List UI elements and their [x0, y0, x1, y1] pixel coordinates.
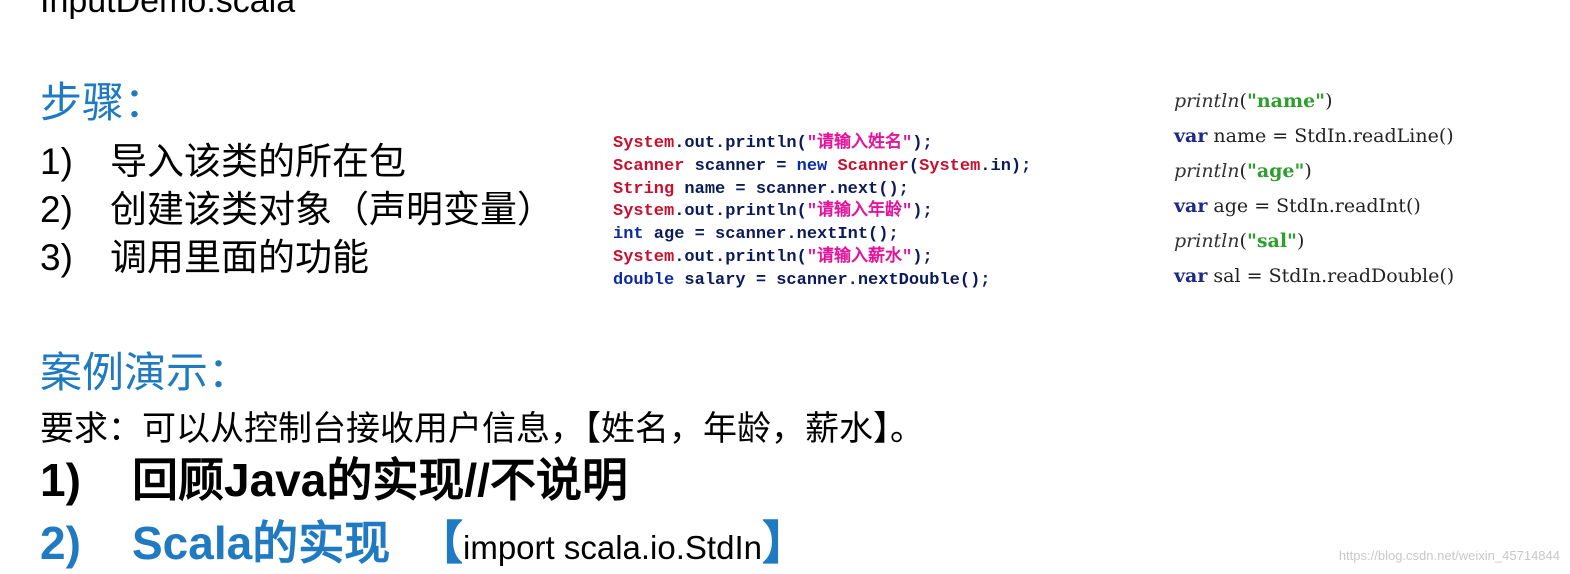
step-text: 导入该类的所在包	[110, 140, 406, 183]
item-text: Scala的实现	[132, 517, 391, 569]
code-token: age = StdIn.readInt()	[1207, 195, 1421, 217]
step-item: 3) 调用里面的功能	[40, 234, 554, 282]
code-line: int age = scanner.nextInt();	[613, 224, 1031, 247]
item-number: 1)	[40, 454, 81, 506]
code-token: Scanner	[613, 156, 685, 176]
code-token: var	[1174, 125, 1208, 147]
steps-heading: 步骤：	[40, 78, 167, 127]
code-token: .out.println(	[674, 134, 807, 153]
code-token: println	[1174, 230, 1240, 252]
code-token: println	[1174, 90, 1240, 112]
code-token: .in);	[980, 156, 1032, 176]
code-token: String	[613, 179, 675, 199]
code-token: )	[1325, 90, 1333, 112]
code-token: "sal"	[1246, 230, 1297, 252]
code-token: System	[613, 202, 675, 222]
code-line: println("sal")	[1174, 224, 1454, 259]
code-token: println	[1174, 160, 1240, 182]
scala-code-snippet: println("name") var name = StdIn.readLine…	[1174, 84, 1454, 294]
code-token: );	[912, 134, 933, 153]
code-token: new	[796, 156, 828, 176]
code-token: "age"	[1246, 160, 1305, 182]
step-text: 调用里面的功能	[110, 236, 369, 279]
code-token: salary = scanner.nextDouble();	[674, 270, 991, 290]
code-line: Scanner scanner = new Scanner(System.in)…	[613, 156, 1031, 179]
bracket-close: 】	[761, 517, 808, 569]
code-token: name = scanner.next();	[674, 179, 909, 199]
watermark: https://blog.csdn.net/weixin_45714844	[1338, 548, 1560, 563]
code-line: var age = StdIn.readInt()	[1174, 189, 1454, 224]
code-token: var	[1174, 265, 1208, 287]
code-token: age = scanner.nextInt();	[643, 225, 899, 245]
step-text: 创建该类对象（声明变量）	[110, 188, 554, 231]
code-line: String name = scanner.next();	[613, 179, 1031, 202]
code-token: "请输入薪水"	[806, 247, 913, 267]
code-line: double salary = scanner.nextDouble();	[613, 270, 1031, 293]
item-text: 回顾Java的实现//不说明	[132, 454, 628, 506]
code-token: )	[1304, 160, 1312, 182]
code-line: println("age")	[1174, 154, 1454, 189]
item-number: 2)	[40, 517, 81, 569]
java-code-snippet: System.out.println("请输入姓名"); Scanner scan…	[613, 133, 1031, 293]
code-token: name = StdIn.readLine()	[1207, 125, 1454, 147]
case-item-scala: 2) Scala的实现 【import scala.io.StdIn】	[40, 517, 808, 574]
code-line: var name = StdIn.readLine()	[1174, 119, 1454, 154]
code-token: double	[613, 270, 675, 290]
code-token: );	[912, 247, 933, 267]
code-line: System.out.println("请输入年龄");	[613, 201, 1031, 224]
case-heading: 案例演示：	[40, 348, 251, 397]
code-token: "name"	[1246, 90, 1326, 112]
step-item: 1) 导入该类的所在包	[40, 138, 554, 186]
code-token: sal = StdIn.readDouble()	[1207, 265, 1455, 287]
import-note: import scala.io.StdIn	[463, 529, 762, 566]
step-number: 1)	[40, 141, 73, 182]
code-token: (	[1239, 230, 1247, 252]
step-item: 2) 创建该类对象（声明变量）	[40, 186, 554, 234]
code-token: .out.println(	[674, 247, 807, 267]
steps-list: 1) 导入该类的所在包 2) 创建该类对象（声明变量） 3) 调用里面的功能	[40, 138, 554, 282]
code-token: (	[1239, 160, 1247, 182]
step-number: 2)	[40, 189, 73, 230]
code-token: Scanner	[837, 156, 909, 176]
code-token: scanner =	[684, 156, 797, 176]
code-line: System.out.println("请输入姓名");	[613, 133, 1031, 156]
requirement-text: 要求：可以从控制台接收用户信息，【姓名，年龄，薪水】。	[40, 409, 924, 449]
code-token: var	[1174, 195, 1208, 217]
code-token: "请输入年龄"	[806, 202, 913, 222]
code-token: .out.println(	[674, 202, 807, 222]
case-item-java: 1) 回顾Java的实现//不说明	[40, 454, 628, 506]
code-token: (	[908, 156, 920, 176]
code-token: );	[912, 202, 933, 222]
bracket-open: 【	[417, 517, 463, 569]
code-token: (	[1239, 90, 1247, 112]
code-token: )	[1296, 230, 1305, 252]
page-title: InputDemo.scala	[40, 0, 296, 20]
code-line: println("name")	[1174, 84, 1454, 119]
step-number: 3)	[40, 237, 73, 278]
code-token: "请输入姓名"	[806, 134, 913, 153]
code-token: System	[613, 134, 675, 153]
code-token: System	[613, 247, 675, 267]
code-token: int	[613, 225, 644, 245]
code-line: System.out.println("请输入薪水");	[613, 247, 1031, 270]
code-line: var sal = StdIn.readDouble()	[1174, 259, 1454, 294]
code-token: System	[919, 156, 981, 176]
